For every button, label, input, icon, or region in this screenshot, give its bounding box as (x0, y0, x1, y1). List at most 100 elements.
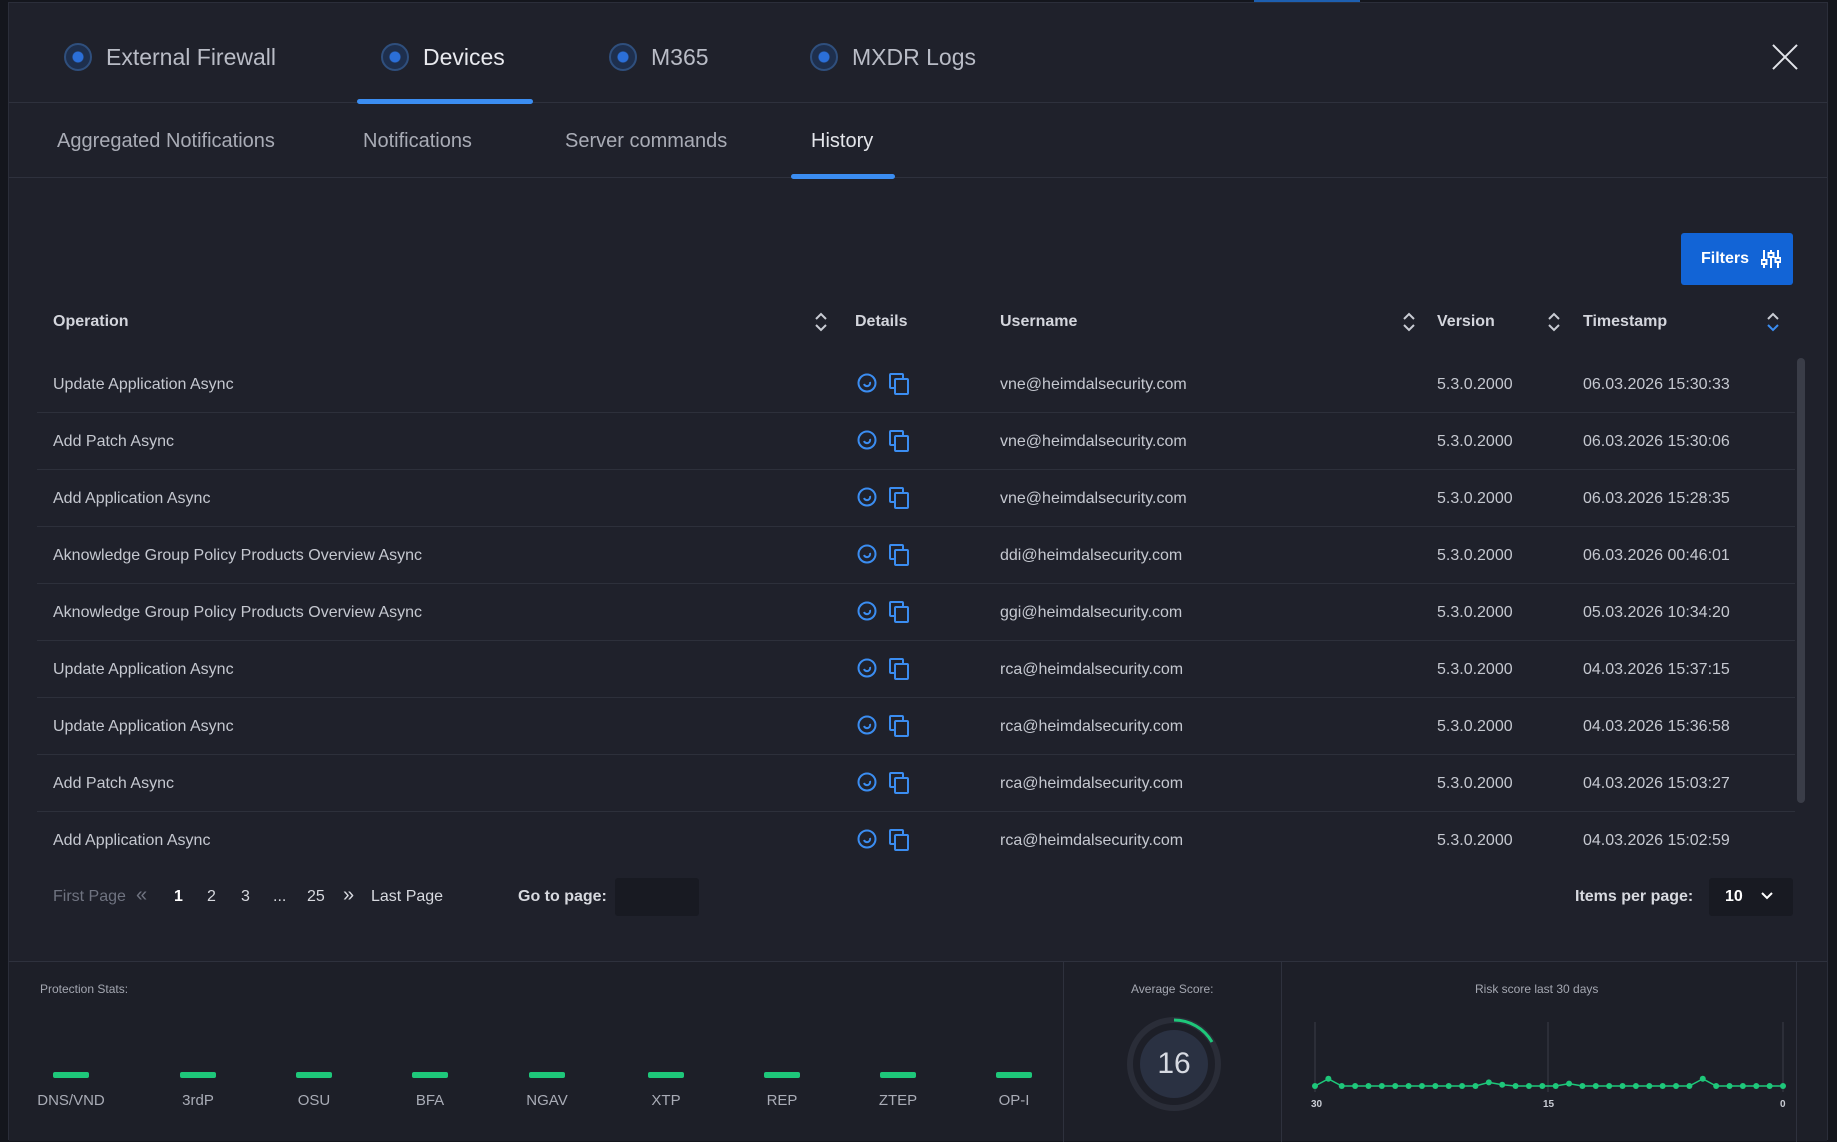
filters-button[interactable]: Filters (1681, 233, 1793, 285)
tab-m365[interactable]: M365 (609, 37, 709, 77)
double-chevron-left-icon[interactable]: « (136, 884, 147, 907)
copy-icon[interactable] (889, 544, 909, 566)
column-header-version[interactable]: Version (1437, 313, 1495, 331)
risk-point (1619, 1083, 1626, 1089)
risk-point (1352, 1083, 1359, 1089)
status-dot-icon (64, 43, 92, 71)
info-circle-icon[interactable] (857, 601, 877, 621)
page-link-3[interactable]: 3 (241, 888, 250, 906)
info-circle-icon[interactable] (857, 430, 877, 450)
operation-cell: Add Application Async (53, 490, 211, 507)
column-header-timestamp[interactable]: Timestamp (1583, 313, 1667, 331)
copy-icon[interactable] (889, 487, 909, 509)
table-row[interactable]: Aknowledge Group Policy Products Overvie… (37, 584, 1795, 641)
stat-bar (996, 1072, 1032, 1078)
risk-point (1552, 1083, 1559, 1089)
table-row[interactable]: Add Patch Async vne@heimdalsecurity.com … (37, 413, 1795, 470)
double-chevron-right-icon[interactable]: » (343, 884, 354, 907)
stat-ngav: NGAV (507, 1072, 587, 1110)
operation-cell: Aknowledge Group Policy Products Overvie… (53, 547, 423, 564)
operation-cell: Update Application Async (53, 661, 234, 678)
sort-icon[interactable] (814, 311, 828, 333)
table-row[interactable]: Add Application Async vne@heimdalsecurit… (37, 470, 1795, 527)
sort-icon[interactable] (1402, 311, 1416, 333)
goto-page-label: Go to page: (518, 888, 607, 905)
stat-osu: OSU (274, 1072, 354, 1110)
operation-cell: Add Patch Async (53, 433, 174, 450)
close-icon[interactable] (1771, 43, 1799, 71)
copy-icon[interactable] (889, 772, 909, 794)
risk-point (1539, 1083, 1546, 1089)
page-link-2[interactable]: 2 (207, 888, 216, 906)
stat-bar (296, 1072, 332, 1078)
table-row[interactable]: Update Application Async rca@heimdalsecu… (37, 641, 1795, 698)
tab-devices[interactable]: Devices (381, 37, 505, 77)
info-circle-icon[interactable] (857, 544, 877, 564)
copy-icon[interactable] (889, 430, 909, 452)
page-link-25[interactable]: 25 (307, 888, 325, 906)
first-page-link[interactable]: First Page (53, 888, 126, 906)
info-circle-icon[interactable] (857, 829, 877, 849)
risk-point (1592, 1083, 1599, 1089)
info-circle-icon[interactable] (857, 715, 877, 735)
stat-label: 3rdP (182, 1092, 214, 1109)
tab-server-commands[interactable]: Server commands (565, 130, 727, 153)
table-row[interactable]: Add Patch Async rca@heimdalsecurity.com … (37, 755, 1795, 812)
risk-point (1699, 1075, 1706, 1082)
table-row[interactable]: Update Application Async rca@heimdalsecu… (37, 698, 1795, 755)
tab-aggregated-notifications[interactable]: Aggregated Notifications (57, 130, 275, 153)
copy-icon[interactable] (889, 658, 909, 680)
table-row[interactable]: Add Application Async rca@heimdalsecurit… (37, 812, 1795, 869)
stat-bar (53, 1072, 89, 1078)
column-header-username[interactable]: Username (1000, 313, 1077, 331)
version-cell: 5.3.0.2000 (1437, 490, 1513, 507)
risk-point (1766, 1083, 1773, 1089)
info-circle-icon[interactable] (857, 658, 877, 678)
tab-mxdr-logs[interactable]: MXDR Logs (810, 37, 976, 77)
copy-icon[interactable] (889, 715, 909, 737)
info-circle-icon[interactable] (857, 373, 877, 393)
last-page-link[interactable]: Last Page (371, 888, 443, 906)
tab-external-firewall[interactable]: External Firewall (64, 37, 276, 77)
stat-bar (648, 1072, 684, 1078)
operation-cell: Add Application Async (53, 832, 211, 849)
risk-point (1312, 1083, 1318, 1089)
copy-icon[interactable] (889, 601, 909, 623)
info-circle-icon[interactable] (857, 487, 877, 507)
info-circle-icon[interactable] (857, 772, 877, 792)
username-cell: vne@heimdalsecurity.com (1000, 376, 1187, 393)
goto-page-input[interactable] (615, 878, 699, 916)
version-cell: 5.3.0.2000 (1437, 718, 1513, 735)
risk-point (1646, 1083, 1653, 1089)
operation-cell: Update Application Async (53, 376, 234, 393)
average-score-label: Average Score: (1131, 982, 1214, 996)
divider (1796, 962, 1797, 1142)
items-per-page-select[interactable]: 10 (1709, 878, 1793, 916)
stat-bar (180, 1072, 216, 1078)
column-header-operation[interactable]: Operation (53, 313, 129, 331)
stat-label: XTP (651, 1092, 681, 1109)
risk-point (1686, 1083, 1693, 1089)
stat-xtp: XTP (626, 1072, 706, 1110)
table-scrollbar[interactable] (1797, 358, 1805, 803)
copy-icon[interactable] (889, 829, 909, 851)
risk-point (1499, 1081, 1506, 1088)
risk-score-label: Risk score last 30 days (1475, 982, 1599, 996)
tab-history[interactable]: History (811, 130, 873, 153)
version-cell: 5.3.0.2000 (1437, 376, 1513, 393)
copy-icon[interactable] (889, 373, 909, 395)
risk-point (1606, 1083, 1613, 1089)
table-row[interactable]: Aknowledge Group Policy Products Overvie… (37, 527, 1795, 584)
username-cell: vne@heimdalsecurity.com (1000, 490, 1187, 507)
risk-point (1780, 1083, 1786, 1089)
tab-notifications[interactable]: Notifications (363, 130, 472, 153)
stat-label: NGAV (526, 1092, 568, 1109)
stats-footer: Protection Stats: DNS/VND 3rdP OSU BFA N… (9, 961, 1827, 1142)
page-link-1[interactable]: 1 (174, 888, 183, 906)
tab-label: External Firewall (106, 43, 276, 70)
sort-desc-icon[interactable] (1766, 311, 1780, 333)
stat-ztep: ZTEP (858, 1072, 938, 1110)
sort-icon[interactable] (1547, 311, 1561, 333)
risk-point (1432, 1083, 1439, 1089)
table-row[interactable]: Update Application Async vne@heimdalsecu… (37, 356, 1795, 413)
